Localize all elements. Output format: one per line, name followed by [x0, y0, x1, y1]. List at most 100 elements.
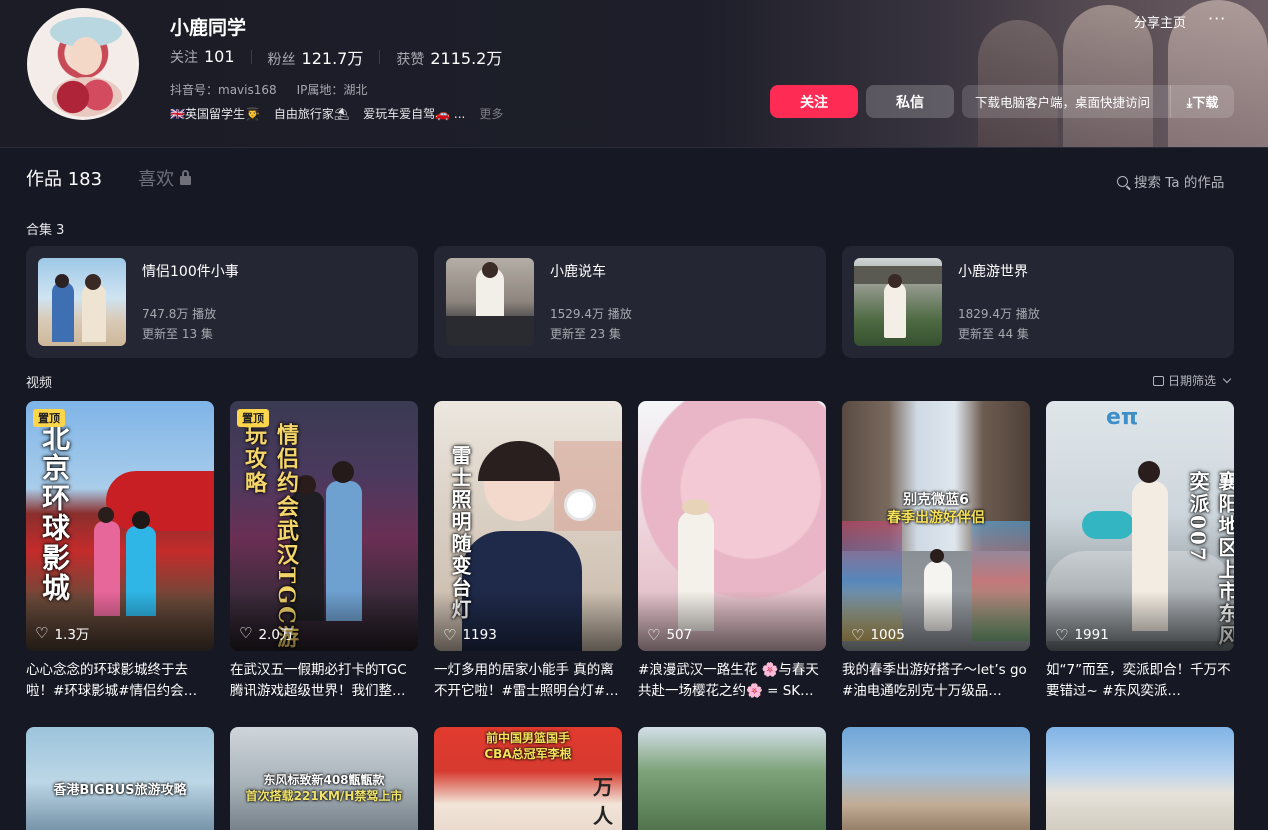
- video-cover[interactable]: 前中国男篮国手 CBA总冠军李根 万人: [434, 727, 622, 830]
- video-likes: ♡ 2.0万: [239, 623, 293, 643]
- collection-title: 情侣100件小事: [142, 264, 239, 280]
- video-likes: ♡ 1005: [851, 627, 905, 643]
- collection-plays: 1829.4万 播放: [958, 307, 1040, 321]
- video-overlay-text: 前中国男篮国手: [485, 731, 570, 745]
- followers-stat[interactable]: 粉丝 121.7万: [268, 45, 364, 69]
- video-card[interactable]: ♡ 507 #浪漫武汉一路生花 🌸与春天共赴一场樱花之约🌸 = SK…: [638, 401, 826, 702]
- video-title[interactable]: 心心念念的环球影城终于去啦！#环球影城#情侣约会…: [26, 660, 214, 702]
- pinned-badge: 置顶: [237, 409, 269, 427]
- video-cover[interactable]: 情侣约会武汉TGC游玩攻略 置顶 ♡ 2.0万: [230, 401, 418, 651]
- more-options-icon[interactable]: ···: [1208, 9, 1226, 28]
- heart-icon: ♡: [239, 623, 253, 642]
- videos-title: 视频: [26, 376, 53, 391]
- follow-button[interactable]: 关注: [770, 85, 858, 118]
- collection-thumbnail: [38, 258, 126, 346]
- heart-icon: ♡: [443, 625, 457, 644]
- download-text: 下载电脑客户端，桌面快捷访问: [975, 95, 1151, 110]
- video-likes-count: 1005: [870, 627, 905, 643]
- video-likes: ♡ 1.3万: [35, 623, 89, 643]
- collection-updated: 更新至 23 集: [550, 327, 621, 341]
- collection-thumbnail: [446, 258, 534, 346]
- douyin-id: 抖音号：mavis168: [170, 83, 277, 97]
- heart-icon: ♡: [1055, 625, 1069, 644]
- video-card[interactable]: eπ 襄阳地区上市东风奕派007 ♡ 1991 如“7”而至，奕派即合！千万不要…: [1046, 401, 1234, 702]
- lock-icon: [180, 169, 192, 185]
- video-overlay-text: 首次搭载221KM/H禁驾上市: [245, 789, 403, 803]
- share-profile-button[interactable]: 分享主页: [1134, 12, 1186, 31]
- video-title[interactable]: 一灯多用的居家小能手 真的离不开它啦！#雷士照明台灯#…: [434, 660, 622, 702]
- divider: [250, 50, 252, 64]
- collection-title: 小鹿说车: [550, 264, 606, 280]
- profile-meta: 抖音号：mavis168 IP属地：湖北: [170, 81, 367, 98]
- avatar[interactable]: [27, 8, 139, 120]
- video-overlay-text: 香港BIGBUS旅游攻略: [53, 783, 187, 798]
- collection-thumbnail: [854, 258, 942, 346]
- heart-icon: ♡: [35, 623, 49, 642]
- collection-plays: 747.8万 播放: [142, 307, 217, 321]
- video-cover[interactable]: 别克微蓝6 春季出游好伴侣 ♡ 1005: [842, 401, 1030, 651]
- likes-count: 2115.2万: [430, 49, 503, 68]
- collection-card[interactable]: 小鹿游世界 1829.4万 播放 更新至 44 集: [842, 246, 1234, 358]
- tab-likes[interactable]: 喜欢: [138, 165, 192, 191]
- search-works[interactable]: 搜索 Ta 的作品: [1117, 171, 1224, 191]
- collection-plays: 1529.4万 播放: [550, 307, 632, 321]
- collection-card[interactable]: 小鹿说车 1529.4万 播放 更新至 23 集: [434, 246, 826, 358]
- collection-title: 小鹿游世界: [958, 264, 1028, 280]
- video-card[interactable]: 雷士照明随变台灯 ♡ 1193 一灯多用的居家小能手 真的离不开它啦！#雷士照明…: [434, 401, 622, 702]
- video-likes: ♡ 507: [647, 627, 692, 643]
- video-cover[interactable]: 香港BIGBUS旅游攻略: [26, 727, 214, 830]
- video-title[interactable]: #浪漫武汉一路生花 🌸与春天共赴一场樱花之约🌸 = SK…: [638, 660, 826, 702]
- video-overlay-text: 春季出游好伴侣: [887, 510, 985, 526]
- bio-item: 自由旅行家⛱: [273, 107, 350, 121]
- download-banner: 下载电脑客户端，桌面快捷访问 ⤓下载: [962, 85, 1234, 118]
- video-card[interactable]: 北京环球影城 置顶 ♡ 1.3万 心心念念的环球影城终于去啦！#环球影城#情侣约…: [26, 401, 214, 702]
- following-count: 101: [204, 47, 235, 66]
- video-card[interactable]: 别克微蓝6 春季出游好伴侣 ♡ 1005 我的春季出游好搭子～let’s go …: [842, 401, 1030, 702]
- collection-updated: 更新至 44 集: [958, 327, 1029, 341]
- following-label: 关注: [170, 50, 198, 66]
- collection-updated: 更新至 13 集: [142, 327, 213, 341]
- video-title[interactable]: 如“7”而至，奕派即合！千万不要错过~ #东风奕派…: [1046, 660, 1234, 702]
- video-cover[interactable]: 东风标致新408甑甑款 首次搭载221KM/H禁驾上市: [230, 727, 418, 830]
- video-cover[interactable]: eπ 襄阳地区上市东风奕派007 ♡ 1991: [1046, 401, 1234, 651]
- collection-card[interactable]: 情侣100件小事 747.8万 播放 更新至 13 集: [26, 246, 418, 358]
- video-cover[interactable]: [638, 727, 826, 830]
- date-filter[interactable]: 日期筛选: [1153, 372, 1232, 389]
- tab-works[interactable]: 作品 183: [26, 165, 102, 191]
- search-icon: [1117, 175, 1128, 187]
- video-overlay-text: 别克微蓝6: [903, 492, 969, 508]
- video-likes: ♡ 1193: [443, 627, 497, 643]
- likes-stat: 获赞 2115.2万: [396, 45, 502, 69]
- video-likes-count: 507: [666, 627, 693, 643]
- date-filter-label: 日期筛选: [1168, 374, 1217, 388]
- video-cover[interactable]: [1046, 727, 1234, 830]
- followers-label: 粉丝: [267, 52, 296, 68]
- bio-more-link[interactable]: 更多: [479, 105, 503, 122]
- video-card[interactable]: 情侣约会武汉TGC游玩攻略 置顶 ♡ 2.0万 在武汉五一假期必打卡的TGC腾讯…: [230, 401, 418, 702]
- bio-item: 爱玩车爱自驾🚗 ...: [363, 107, 466, 121]
- chevron-down-icon: [1222, 374, 1232, 383]
- video-title[interactable]: 我的春季出游好搭子～let’s go #油电通吃别克十万级品…: [842, 660, 1030, 702]
- profile-name: 小鹿同学: [170, 17, 247, 39]
- calendar-icon: [1153, 375, 1164, 386]
- following-stat[interactable]: 关注 101: [170, 47, 235, 67]
- video-likes-count: 2.0万: [258, 627, 294, 643]
- video-overlay-text: 万人: [593, 775, 613, 828]
- video-cover[interactable]: 北京环球影城 置顶 ♡ 1.3万: [26, 401, 214, 651]
- video-overlay-text: CBA总冠军李根: [484, 747, 572, 761]
- download-button[interactable]: ⤓下载: [1170, 85, 1234, 118]
- heart-icon: ♡: [851, 625, 865, 644]
- video-title[interactable]: 在武汉五一假期必打卡的TGC腾讯游戏超级世界！我们整…: [230, 660, 418, 702]
- tab-works-label: 作品: [26, 169, 62, 190]
- tab-likes-label: 喜欢: [138, 169, 175, 190]
- collections-title: 合集 3: [26, 223, 65, 238]
- video-cover[interactable]: ♡ 507: [638, 401, 826, 651]
- ip-location: IP属地：湖北: [296, 83, 368, 97]
- tab-works-count: 183: [67, 169, 103, 190]
- video-cover[interactable]: [842, 727, 1030, 830]
- search-works-label: 搜索 Ta 的作品: [1134, 175, 1225, 191]
- video-overlay-text: 东风标致新408甑甑款: [263, 773, 385, 787]
- message-button[interactable]: 私信: [866, 85, 954, 118]
- video-cover[interactable]: 雷士照明随变台灯 ♡ 1193: [434, 401, 622, 651]
- bio-item: 🇬🇧英国留学生👨‍🎓: [170, 107, 260, 121]
